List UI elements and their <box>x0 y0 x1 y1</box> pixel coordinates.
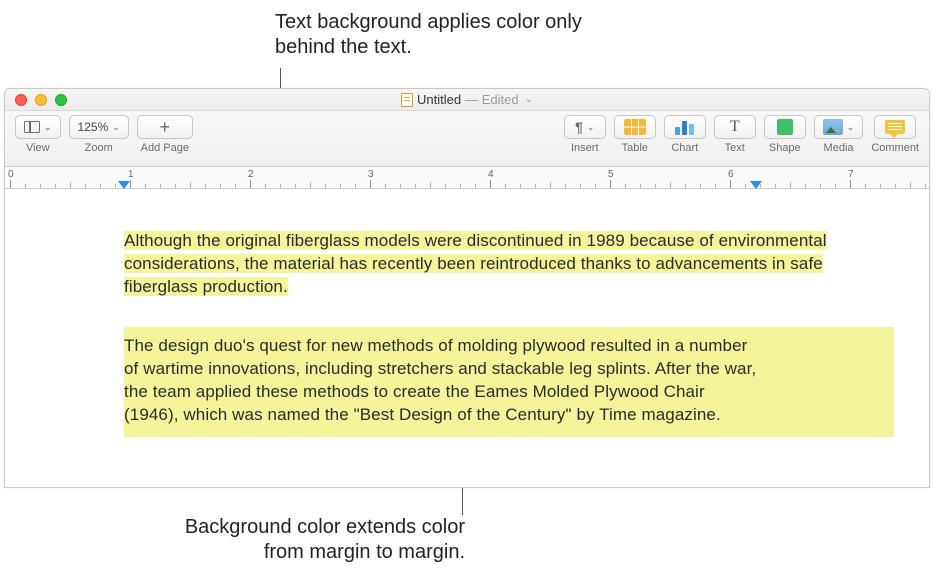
view-button[interactable]: ⌄ <box>15 115 61 139</box>
ruler: 0 1 2 3 4 5 6 7 <box>5 167 929 189</box>
table-icon <box>624 119 646 135</box>
callout-bottom: Background color extends color from marg… <box>155 515 465 565</box>
shape-button[interactable] <box>764 115 806 139</box>
zoom-window-button[interactable] <box>55 94 67 106</box>
view-group: ⌄ View <box>15 115 61 154</box>
comment-group: Comment <box>871 115 919 154</box>
chart-button[interactable] <box>664 115 706 139</box>
zoom-label: Zoom <box>85 142 113 154</box>
zoom-group: 125% ⌄ Zoom <box>69 115 129 154</box>
insert-button[interactable]: ¶ ⌄ <box>564 115 606 139</box>
ruler-label: 2 <box>248 169 254 180</box>
pilcrow-icon: ¶ <box>575 119 583 135</box>
window-title: Untitled — Edited ⌄ <box>5 92 929 107</box>
sidebar-icon <box>24 121 40 133</box>
add-page-button[interactable]: + <box>137 115 193 139</box>
insert-group: ¶ ⌄ Insert <box>564 115 606 154</box>
close-window-button[interactable] <box>15 94 27 106</box>
plus-icon: + <box>160 118 171 136</box>
document-canvas[interactable]: Although the original fiberglass models … <box>5 190 929 487</box>
view-label: View <box>26 142 50 154</box>
ruler-label: 5 <box>608 169 614 180</box>
ruler-label: 6 <box>728 169 734 180</box>
callout-bottom-leader <box>462 485 463 515</box>
chevron-down-icon: ⌄ <box>847 122 855 133</box>
right-margin-marker[interactable] <box>750 181 762 189</box>
media-button[interactable]: ⌄ <box>814 115 864 139</box>
ruler-label: 3 <box>368 169 374 180</box>
paragraph-block-highlight: The design duo's quest for new methods o… <box>124 327 894 437</box>
titlebar: Untitled — Edited ⌄ <box>5 89 929 111</box>
zoom-value: 125% <box>78 120 109 134</box>
text-label: Text <box>725 142 745 154</box>
page: Although the original fiberglass models … <box>5 190 929 437</box>
bar-chart-icon <box>675 119 694 135</box>
document-name: Untitled <box>417 92 461 107</box>
table-label: Table <box>622 142 648 154</box>
zoom-button[interactable]: 125% ⌄ <box>69 115 129 139</box>
chevron-down-icon: ⌄ <box>112 122 120 133</box>
ruler-label: 4 <box>488 169 494 180</box>
shape-label: Shape <box>769 142 801 154</box>
square-icon <box>777 119 793 135</box>
media-label: Media <box>824 142 854 154</box>
add-page-label: Add Page <box>141 142 189 154</box>
ruler-label: 1 <box>128 169 134 180</box>
text-group: T Text <box>714 115 756 154</box>
text-icon: T <box>730 118 740 136</box>
document-state: — Edited <box>465 92 518 107</box>
chevron-down-icon: ⌄ <box>587 122 595 133</box>
media-group: ⌄ Media <box>814 115 864 154</box>
callout-top: Text background applies color only behin… <box>275 10 595 60</box>
window-controls <box>5 94 67 106</box>
table-button[interactable] <box>614 115 656 139</box>
minimize-window-button[interactable] <box>35 94 47 106</box>
paragraph-2[interactable]: The design duo's quest for new methods o… <box>124 335 764 427</box>
table-group: Table <box>614 115 656 154</box>
insert-label: Insert <box>571 142 599 154</box>
shape-group: Shape <box>764 115 806 154</box>
paragraph-1[interactable]: Although the original fiberglass models … <box>124 230 894 299</box>
app-window: Untitled — Edited ⌄ ⌄ View 125% ⌄ Zoom +… <box>4 88 930 488</box>
ruler-label: 7 <box>848 169 854 180</box>
chevron-down-icon[interactable]: ⌄ <box>525 94 533 105</box>
document-icon <box>401 93 413 107</box>
comment-label: Comment <box>871 142 919 154</box>
chevron-down-icon: ⌄ <box>44 122 52 133</box>
text-button[interactable]: T <box>714 115 756 139</box>
image-icon <box>823 119 843 135</box>
toolbar: ⌄ View 125% ⌄ Zoom + Add Page ¶ ⌄ Insert <box>5 111 929 167</box>
comment-icon <box>885 120 905 134</box>
comment-button[interactable] <box>874 115 916 139</box>
ruler-label: 0 <box>8 169 14 180</box>
chart-label: Chart <box>671 142 698 154</box>
left-margin-marker[interactable] <box>118 181 130 189</box>
highlighted-text: Although the original fiberglass models … <box>124 231 827 296</box>
paragraph-text-highlight: Although the original fiberglass models … <box>124 230 894 299</box>
chart-group: Chart <box>664 115 706 154</box>
add-page-group: + Add Page <box>137 115 193 154</box>
